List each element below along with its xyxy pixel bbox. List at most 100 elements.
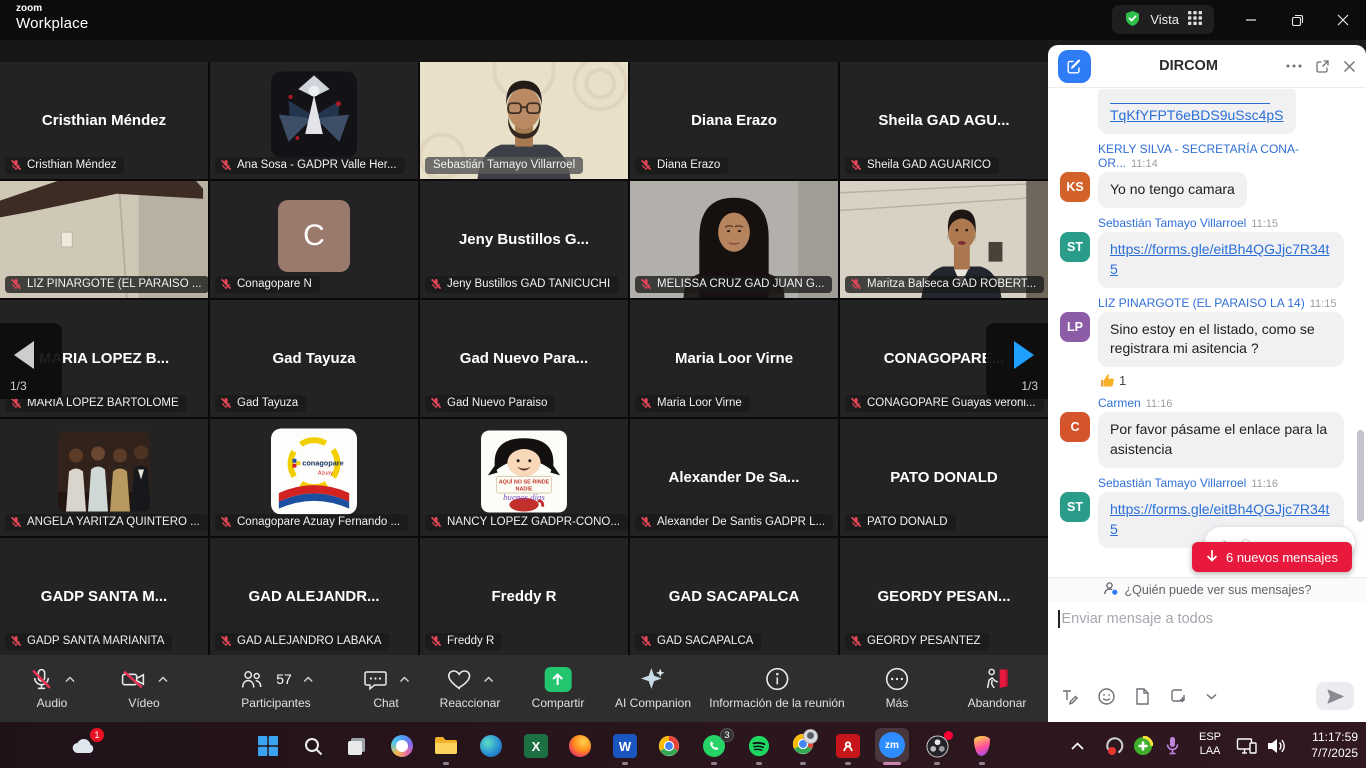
- participant-tile[interactable]: Sebastián Tamayo Villarroel: [420, 62, 628, 179]
- clock[interactable]: 11:17:597/7/2025: [1311, 729, 1358, 761]
- chrome-profile-icon[interactable]: [790, 733, 816, 759]
- participant-tile[interactable]: GAD SACAPALCAGAD SACAPALCA: [630, 538, 838, 655]
- audio-icon: [29, 667, 54, 692]
- participant-tile[interactable]: Maritza Balseca GAD ROBERT...: [840, 181, 1048, 298]
- leave-button[interactable]: Abandonar: [968, 664, 1027, 710]
- participant-tile[interactable]: Cristhian MéndezCristhian Méndez: [0, 62, 208, 179]
- participant-tile[interactable]: Freddy RFreddy R: [420, 538, 628, 655]
- chrome-icon[interactable]: [656, 733, 682, 759]
- audio-chevron-up-icon[interactable]: [65, 676, 75, 683]
- excel-icon[interactable]: X: [523, 733, 549, 759]
- minimize-button[interactable]: [1228, 0, 1274, 40]
- send-message-button[interactable]: [1316, 682, 1354, 710]
- participant-tile[interactable]: Ana Sosa - GADPR Valle Her...: [210, 62, 418, 179]
- tray-chevron-up-icon[interactable]: [1064, 733, 1090, 759]
- compose-button[interactable]: [1058, 50, 1091, 83]
- format-text-icon[interactable]: [1060, 687, 1079, 706]
- audio-button[interactable]: Audio: [29, 664, 75, 710]
- message-input[interactable]: Enviar mensaje a todos: [1058, 610, 1213, 628]
- share-button[interactable]: Compartir: [532, 664, 585, 710]
- muted-mic-icon: [850, 397, 862, 409]
- chat-button[interactable]: Chat: [363, 664, 410, 710]
- participant-tile[interactable]: CConagopare N: [210, 181, 418, 298]
- screen-recorder-tray-icon[interactable]: [1102, 733, 1128, 759]
- previous-page-button[interactable]: 1/3: [0, 323, 62, 399]
- emoji-icon[interactable]: [1097, 687, 1116, 706]
- muted-mic-icon: [640, 278, 652, 290]
- file-explorer-icon[interactable]: [433, 733, 459, 759]
- video-chevron-up-icon[interactable]: [158, 676, 168, 683]
- privacy-notice[interactable]: ¿Quién puede ver sus mensajes?: [1048, 577, 1366, 602]
- edge-icon[interactable]: [478, 733, 504, 759]
- participant-name-label: Ana Sosa - GADPR Valle Her...: [215, 157, 405, 174]
- video-label: Vídeo: [128, 696, 159, 710]
- word-icon[interactable]: W: [612, 733, 638, 759]
- participant-tile[interactable]: AQUÍ NO SE RINDENADIEbuenos díasNANCY LO…: [420, 419, 628, 536]
- restore-button[interactable]: [1274, 0, 1320, 40]
- message-time: 11:15: [1310, 298, 1337, 310]
- next-page-arrow-icon: [1014, 341, 1034, 369]
- pop-out-icon[interactable]: [1315, 59, 1330, 74]
- participant-tile[interactable]: PATO DONALDPATO DONALD: [840, 419, 1048, 536]
- participant-tile[interactable]: Gad TayuzaGad Tayuza: [210, 300, 418, 417]
- muted-mic-icon: [220, 159, 232, 171]
- chat-more-options-icon[interactable]: [1286, 63, 1302, 69]
- volume-tray-icon[interactable]: [1263, 733, 1289, 759]
- whatsapp-icon[interactable]: 3: [701, 733, 727, 759]
- microphone-tray-icon[interactable]: [1159, 733, 1185, 759]
- spotify-icon[interactable]: [746, 733, 772, 759]
- antivirus-tray-icon[interactable]: [1130, 733, 1156, 759]
- participant-tile[interactable]: GADP SANTA M...GADP SANTA MARIANITA: [0, 538, 208, 655]
- firefox-icon[interactable]: [567, 733, 593, 759]
- participant-tile[interactable]: GAD ALEJANDR...GAD ALEJANDRO LABAKA: [210, 538, 418, 655]
- participant-tile[interactable]: Diana ErazoDiana Erazo: [630, 62, 838, 179]
- participant-tile[interactable]: ANGELA YARITZA QUINTERO ...: [0, 419, 208, 536]
- participant-tile[interactable]: LIZ PINARGOTE (EL PARAISO ...: [0, 181, 208, 298]
- participant-tile[interactable]: Gad Nuevo Para...Gad Nuevo Paraiso: [420, 300, 628, 417]
- participant-tile[interactable]: Jeny Bustillos G...Jeny Bustillos GAD TA…: [420, 181, 628, 298]
- participant-tile[interactable]: Maria Loor VirneMaria Loor Virne: [630, 300, 838, 417]
- view-button[interactable]: Vista: [1112, 5, 1214, 34]
- message-link[interactable]: https://forms.gle/eitBh4QGJjc7R34t5: [1110, 241, 1329, 277]
- participant-tile[interactable]: Alexander De Sa...Alexander De Santis GA…: [630, 419, 838, 536]
- start-button[interactable]: [255, 733, 281, 759]
- close-chat-icon[interactable]: [1343, 60, 1356, 73]
- muted-mic-icon: [220, 635, 232, 647]
- participant-tile[interactable]: conagopareAzuayConagopare Azuay Fernando…: [210, 419, 418, 536]
- participant-tile[interactable]: GEORDY PESAN...GEORDY PESANTEZ: [840, 538, 1048, 655]
- info-button[interactable]: Información de la reunión: [709, 664, 844, 710]
- participants-button[interactable]: 57Participantes: [239, 664, 313, 710]
- close-button[interactable]: [1320, 0, 1366, 40]
- muted-mic-icon: [640, 159, 652, 171]
- new-messages-button[interactable]: 6 nuevos mensajes: [1192, 542, 1352, 572]
- search-button[interactable]: [300, 733, 326, 759]
- share-screen-icon: [545, 667, 572, 692]
- more-button[interactable]: Más: [884, 664, 910, 710]
- participants-chevron-up-icon[interactable]: [303, 676, 313, 683]
- react-button[interactable]: Reaccionar: [440, 664, 501, 710]
- chat-chevron-up-icon[interactable]: [400, 676, 410, 683]
- copilot-icon[interactable]: [389, 733, 415, 759]
- participant-tile[interactable]: MELISSA CRUZ GAD JUAN G...: [630, 181, 838, 298]
- share-label: Compartir: [532, 696, 585, 710]
- participant-tile[interactable]: Sheila GAD AGU...Sheila GAD AGUARICO: [840, 62, 1048, 179]
- next-page-button[interactable]: 1/3: [986, 323, 1048, 399]
- chat-scrollbar[interactable]: [1357, 430, 1364, 522]
- ai-button[interactable]: AI Companion: [615, 664, 691, 710]
- network-display-tray-icon[interactable]: [1234, 733, 1260, 759]
- zoom-app-icon[interactable]: zm: [875, 728, 909, 762]
- video-button[interactable]: Vídeo: [120, 664, 168, 710]
- onedrive-icon[interactable]: 1: [71, 733, 97, 759]
- acrobat-icon[interactable]: [835, 733, 861, 759]
- task-view-button[interactable]: [344, 733, 370, 759]
- paint-app-icon[interactable]: [969, 733, 995, 759]
- message-link[interactable]: TqKfYFPT6eBDS9uSsc4pS: [1110, 107, 1284, 123]
- message-reaction[interactable]: 1: [1100, 373, 1352, 388]
- obs-icon[interactable]: [924, 733, 950, 759]
- chevron-down-icon[interactable]: [1206, 693, 1217, 700]
- participant-name-label: Gad Tayuza: [215, 395, 306, 412]
- react-chevron-up-icon[interactable]: [484, 676, 494, 683]
- screenshot-icon[interactable]: [1169, 687, 1188, 705]
- attach-file-icon[interactable]: [1134, 687, 1151, 706]
- language-indicator[interactable]: ESPLAA: [1199, 730, 1221, 758]
